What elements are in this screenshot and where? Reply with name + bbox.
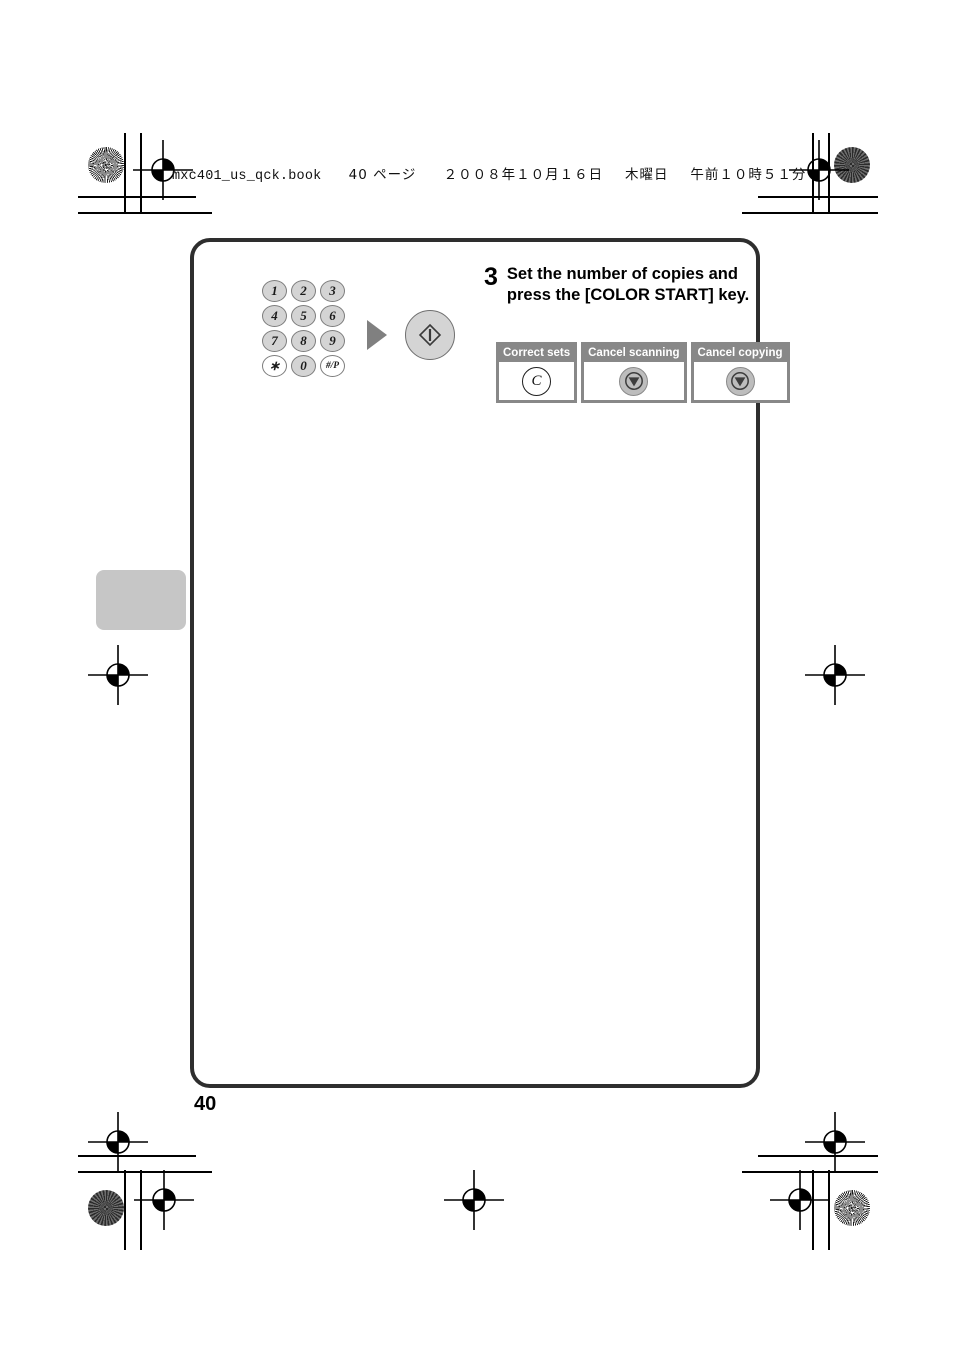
step-instruction-text: Set the number of copies and press the [… — [506, 265, 750, 305]
callout-cancel-scanning: Cancel scanning — [581, 342, 687, 404]
keypad-key-1[interactable]: 1 — [262, 280, 287, 302]
callout-title-correct-sets: Correct sets — [499, 345, 575, 363]
crop-mark-line — [742, 212, 878, 214]
registration-target-icon — [444, 1170, 504, 1230]
keypad-key-9[interactable]: 9 — [320, 330, 345, 352]
keypad-key-7[interactable]: 7 — [262, 330, 287, 352]
registration-target-icon — [770, 1170, 830, 1230]
key-callout-group: Correct sets C Cancel scanning Cancel co… — [496, 342, 790, 404]
keypad-key-asterisk[interactable]: ∗ — [262, 355, 287, 377]
header-filename: mxc401_us_qck.book — [172, 169, 322, 184]
registration-target-icon — [805, 1112, 865, 1172]
callout-title-cancel-scanning: Cancel scanning — [584, 345, 684, 363]
color-start-icon — [418, 323, 442, 347]
header-date: ２００８年１０月１６日 — [443, 167, 604, 183]
page-number: 40 — [194, 1093, 217, 1115]
halftone-star-patch — [88, 147, 124, 183]
stop-key-icon — [731, 372, 749, 391]
stop-key-copying[interactable] — [725, 366, 755, 396]
numeric-keypad: 1 2 3 4 5 6 7 8 9 ∗ 0 #/P — [262, 280, 348, 379]
crop-mark-line — [124, 133, 126, 213]
keypad-key-4[interactable]: 4 — [262, 305, 287, 327]
crop-mark-line — [124, 1170, 126, 1250]
header-weekday: 木曜日 — [625, 167, 669, 183]
book-header-imprint: mxc401_us_qck.book 40 ページ ２００８年１０月１６日 木曜… — [172, 163, 806, 184]
halftone-solid-patch — [88, 1190, 124, 1226]
clear-c-key-icon[interactable]: C — [522, 366, 552, 396]
keypad-key-3[interactable]: 3 — [320, 280, 345, 302]
chapter-tab-marker — [96, 570, 186, 630]
keypad-illustration: 1 2 3 4 5 6 7 8 9 ∗ 0 #/P — [262, 272, 482, 392]
callout-body-cancel-scanning — [584, 362, 684, 401]
registration-target-icon — [134, 1170, 194, 1230]
color-start-button[interactable] — [405, 310, 455, 360]
crop-mark-line — [78, 212, 212, 214]
registration-target-icon — [88, 1112, 148, 1172]
keypad-key-6[interactable]: 6 — [320, 305, 345, 327]
content-frame: 1 2 3 4 5 6 7 8 9 ∗ 0 #/P 3 Set the numb… — [190, 238, 790, 1088]
registration-target-icon — [805, 645, 865, 705]
keypad-key-8[interactable]: 8 — [291, 330, 316, 352]
step-block: 3 Set the number of copies and press the… — [484, 264, 752, 306]
keypad-key-hash-p[interactable]: #/P — [320, 355, 345, 377]
callout-body-cancel-copying — [693, 362, 787, 401]
registration-target-icon — [88, 645, 148, 705]
keypad-key-2[interactable]: 2 — [291, 280, 316, 302]
keypad-key-5[interactable]: 5 — [291, 305, 316, 327]
keypad-key-0[interactable]: 0 — [291, 355, 316, 377]
step-number: 3 — [484, 263, 498, 291]
halftone-star-patch — [834, 1190, 870, 1226]
stop-key-scanning[interactable] — [619, 366, 649, 396]
callout-body-correct-sets: C — [499, 362, 575, 401]
callout-cancel-copying: Cancel copying — [690, 342, 790, 404]
stop-key-icon — [624, 372, 643, 391]
right-arrow-icon — [367, 320, 387, 350]
callout-correct-sets: Correct sets C — [496, 342, 578, 404]
header-time: 午前１０時５１分 — [690, 167, 807, 183]
header-page-label: 40 ページ — [348, 167, 417, 183]
callout-title-cancel-copying: Cancel copying — [693, 345, 787, 363]
